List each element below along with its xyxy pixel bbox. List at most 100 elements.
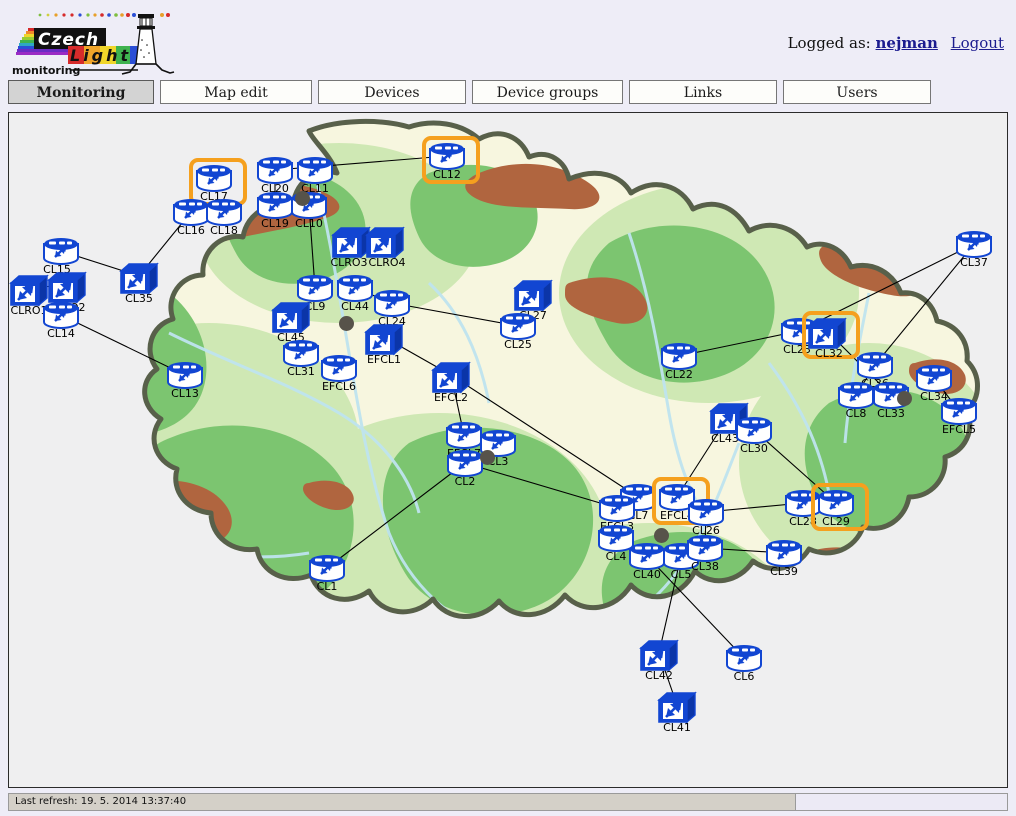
device-icon <box>295 273 335 303</box>
device-icon <box>836 380 876 410</box>
device-icon <box>165 360 205 390</box>
map-node-cl13[interactable]: CL13 <box>165 360 205 400</box>
map-node-clro1[interactable]: CLRO1 <box>9 273 49 317</box>
device-icon <box>319 353 359 383</box>
map-node-cl27[interactable]: CL27 <box>513 278 553 322</box>
map-node-cl18[interactable]: CL18 <box>204 197 244 237</box>
device-icon <box>954 229 994 259</box>
main-navigation-tabs: Monitoring Map edit Devices Device group… <box>8 80 931 106</box>
map-node-label: CL8 <box>845 407 867 420</box>
map-node-clro2[interactable]: CLRO2 <box>47 270 87 314</box>
map-node-label: EFCL2 <box>433 391 469 404</box>
map-node-efcl5[interactable]: EFCL5 <box>939 396 979 436</box>
map-down-marker[interactable] <box>480 450 495 465</box>
device-icon <box>764 538 804 568</box>
device-icon <box>41 300 81 330</box>
map-node-cl45[interactable]: CL45 <box>271 300 311 344</box>
device-icon <box>9 273 49 307</box>
map-node-cl39[interactable]: CL39 <box>764 538 804 578</box>
tab-monitoring[interactable]: Monitoring <box>8 80 154 104</box>
map-down-marker[interactable] <box>654 528 669 543</box>
map-node-cl22[interactable]: CL22 <box>659 341 699 381</box>
login-status: Logged as: nejman Logout <box>788 34 1004 52</box>
device-icon <box>307 553 347 583</box>
map-node-label: CL29 <box>822 515 850 528</box>
device-icon <box>431 360 471 394</box>
map-node-cl35[interactable]: CL35 <box>119 261 159 305</box>
device-icon <box>47 270 87 304</box>
map-down-marker[interactable] <box>897 391 912 406</box>
map-node-label: CL25 <box>504 338 532 351</box>
map-node-cl15[interactable]: CL15 <box>41 236 81 276</box>
logout-link[interactable]: Logout <box>951 34 1004 52</box>
map-node-cl42[interactable]: CL42 <box>639 638 679 682</box>
map-node-label: EFCL5 <box>941 423 977 436</box>
map-node-label: CL22 <box>665 368 693 381</box>
map-node-cl34[interactable]: CL34 <box>914 363 954 403</box>
map-node-cl9[interactable]: CL9 <box>295 273 335 313</box>
tab-devices[interactable]: Devices <box>318 80 466 104</box>
map-node-cl37[interactable]: CL37 <box>954 229 994 269</box>
map-node-label: CL33 <box>877 407 905 420</box>
map-node-cl12[interactable]: CL12 <box>422 136 480 184</box>
svg-text:monitoring: monitoring <box>12 64 80 77</box>
map-node-cl31[interactable]: CL31 <box>281 338 321 378</box>
map-node-cl20[interactable]: CL20 <box>255 155 295 195</box>
map-node-cl41[interactable]: CL41 <box>657 690 697 734</box>
status-bar-filler <box>795 794 1007 810</box>
map-node-cl6[interactable]: CL6 <box>724 643 764 683</box>
map-node-cl1[interactable]: CL1 <box>307 553 347 593</box>
map-node-label: CL39 <box>770 565 798 578</box>
tab-users[interactable]: Users <box>783 80 931 104</box>
map-node-label: CL4 <box>605 550 627 563</box>
map-node-cl17[interactable]: CL17 <box>189 158 247 206</box>
device-icon <box>807 316 847 350</box>
device-icon <box>364 322 404 356</box>
map-node-cl44[interactable]: CL44 <box>335 273 375 313</box>
device-icon <box>734 415 774 445</box>
map-node-cl32[interactable]: CL32 <box>802 311 860 360</box>
map-node-cl11[interactable]: CL11 <box>295 155 335 195</box>
map-node-clro4[interactable]: CLRO4 <box>365 225 406 269</box>
username-link[interactable]: nejman <box>876 34 938 52</box>
map-canvas[interactable]: CLRO1 CL15 CLRO2 CL14 CL35 <box>9 113 1007 787</box>
map-node-label: CL38 <box>691 560 719 573</box>
device-icon <box>335 273 375 303</box>
map-node-efcl6[interactable]: EFCL6 <box>319 353 359 393</box>
map-node-cl29[interactable]: CL29 <box>811 483 869 531</box>
device-icon <box>659 341 699 371</box>
map-node-cl30[interactable]: CL30 <box>734 415 774 455</box>
map-node-cl2[interactable]: CL2 <box>445 448 485 488</box>
device-icon <box>914 363 954 393</box>
map-node-cl25[interactable]: CL25 <box>498 311 538 351</box>
map-node-label: CL37 <box>960 256 988 269</box>
map-node-label: EFCL6 <box>321 380 357 393</box>
device-icon <box>271 300 311 334</box>
map-down-marker[interactable] <box>295 191 310 206</box>
device-icon <box>119 261 159 295</box>
map-node-label: CL10 <box>295 217 323 230</box>
tab-map-edit[interactable]: Map edit <box>160 80 312 104</box>
map-node-label: CL40 <box>633 568 661 581</box>
map-node-cl24[interactable]: CL24 <box>372 288 412 328</box>
map-node-cl26[interactable]: CL26 <box>686 497 726 537</box>
svg-text:Light: Light <box>70 46 131 65</box>
map-node-label: CL1 <box>316 580 338 593</box>
tab-links[interactable]: Links <box>629 80 777 104</box>
map-node-cl8[interactable]: CL8 <box>836 380 876 420</box>
tab-device-groups[interactable]: Device groups <box>472 80 623 104</box>
device-icon <box>498 311 538 341</box>
device-icon <box>686 497 726 527</box>
monitoring-map-panel[interactable]: CLRO1 CL15 CLRO2 CL14 CL35 <box>8 112 1008 788</box>
map-node-cl36[interactable]: CL36 <box>855 350 895 390</box>
map-node-efcl3[interactable]: EFCL3 <box>597 493 637 533</box>
map-down-marker[interactable] <box>339 316 354 331</box>
device-icon <box>41 236 81 266</box>
map-node-cl38[interactable]: CL38 <box>685 533 725 573</box>
map-node-efcl1[interactable]: EFCL1 <box>364 322 404 366</box>
map-node-cl14[interactable]: CL14 <box>41 300 81 340</box>
map-node-efcl2[interactable]: EFCL2 <box>431 360 471 404</box>
map-node-label: CL30 <box>740 442 768 455</box>
device-icon <box>724 643 764 673</box>
app-window: Czech Light monitoring Logged as: nejman… <box>0 0 1016 816</box>
